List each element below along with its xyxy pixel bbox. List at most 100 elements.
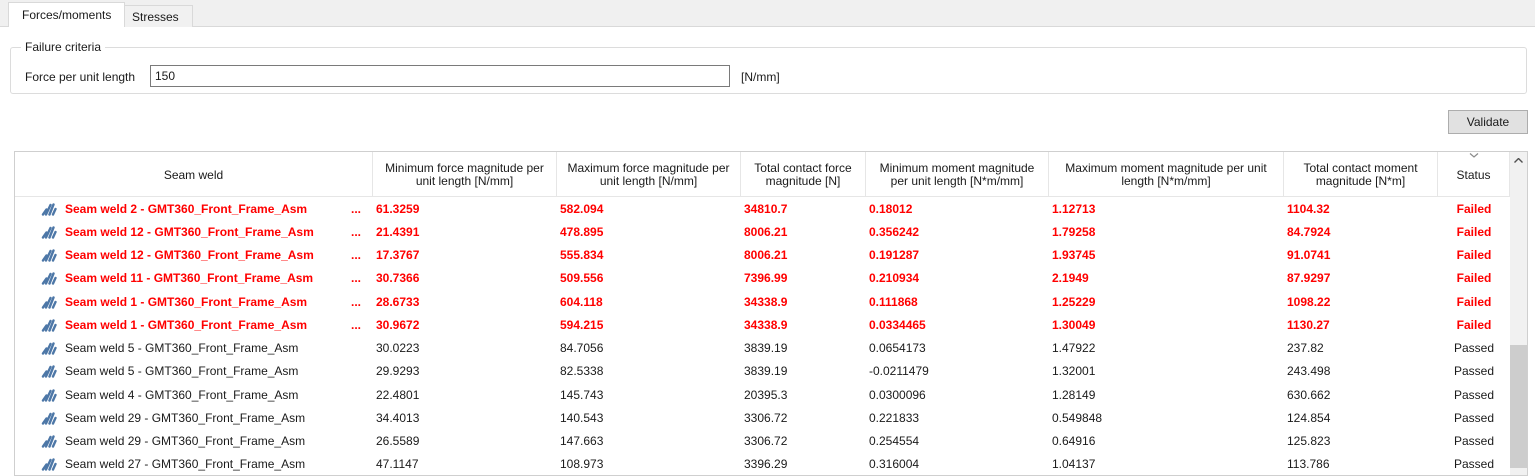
column-header-total-moment[interactable]: Total contact moment magnitude [N*m]	[1284, 152, 1438, 196]
vertical-scrollbar[interactable]	[1510, 152, 1527, 475]
seam-weld-icon	[41, 248, 58, 262]
tab-page-forces-moments: Failure criteria Force per unit length […	[0, 27, 1535, 476]
column-header-label: Minimum moment magnitude per unit length…	[872, 162, 1042, 188]
tab-forces-moments[interactable]: Forces/moments	[8, 2, 125, 27]
seam-weld-icon	[41, 318, 58, 332]
tab-stresses-label: Stresses	[132, 10, 179, 24]
status-badge: Passed	[1438, 364, 1510, 378]
cell-max-force: 82.5338	[557, 364, 741, 378]
cell-max-force: 108.973	[557, 457, 741, 471]
cell-total-moment: 237.82	[1284, 341, 1438, 355]
cell-min-moment: 0.0334465	[866, 318, 1049, 332]
cell-total-force: 34338.9	[741, 318, 866, 332]
force-unit-label: [N/mm]	[741, 70, 780, 84]
cell-max-moment: 1.25229	[1049, 295, 1284, 309]
results-table: Seam weldMinimum force magnitude per uni…	[14, 151, 1528, 476]
cell-min-moment: 0.254554	[866, 434, 1049, 448]
seam-weld-name: Seam weld 5 - GMT360_Front_Frame_Asm	[65, 341, 298, 355]
cell-min-moment: 0.316004	[866, 457, 1049, 471]
status-badge: Passed	[1438, 434, 1510, 448]
truncation-ellipsis: ...	[351, 202, 373, 216]
column-header-label: Total contact moment magnitude [N*m]	[1290, 162, 1431, 188]
table-body: Seam weld 2 - GMT360_Front_Frame_Asm...6…	[15, 197, 1527, 476]
cell-max-force: 478.895	[557, 225, 741, 239]
status-badge: Failed	[1438, 318, 1510, 332]
column-header-status[interactable]: Status	[1438, 152, 1510, 196]
truncation-ellipsis: ...	[351, 318, 373, 332]
cell-total-moment: 84.7924	[1284, 225, 1438, 239]
cell-min-force: 30.9672	[373, 318, 557, 332]
table-header-row: Seam weldMinimum force magnitude per uni…	[15, 152, 1527, 197]
table-row[interactable]: Seam weld 12 - GMT360_Front_Frame_Asm...…	[15, 220, 1527, 243]
cell-seam-weld-name: Seam weld 11 - GMT360_Front_Frame_Asm...	[15, 271, 373, 285]
cell-seam-weld-name: Seam weld 5 - GMT360_Front_Frame_Asm	[15, 341, 373, 355]
cell-min-moment: 0.111868	[866, 295, 1049, 309]
scrollbar-thumb[interactable]	[1510, 345, 1527, 468]
column-header-max-force[interactable]: Maximum force magnitude per unit length …	[557, 152, 741, 196]
table-row[interactable]: Seam weld 11 - GMT360_Front_Frame_Asm...…	[15, 267, 1527, 290]
cell-max-moment: 1.32001	[1049, 364, 1284, 378]
status-badge: Passed	[1438, 457, 1510, 471]
truncation-ellipsis: ...	[351, 295, 373, 309]
cell-max-force: 84.7056	[557, 341, 741, 355]
column-header-seam-weld[interactable]: Seam weld	[15, 152, 373, 196]
cell-min-moment: 0.18012	[866, 202, 1049, 216]
status-badge: Passed	[1438, 341, 1510, 355]
cell-total-force: 8006.21	[741, 225, 866, 239]
seam-weld-name: Seam weld 1 - GMT360_Front_Frame_Asm	[65, 318, 307, 332]
cell-max-force: 140.543	[557, 411, 741, 425]
cell-max-moment: 0.549848	[1049, 411, 1284, 425]
force-per-unit-length-input[interactable]	[150, 65, 730, 87]
truncation-ellipsis: ...	[351, 225, 373, 239]
tab-stresses[interactable]: Stresses	[118, 5, 193, 27]
cell-total-force: 7396.99	[741, 271, 866, 285]
cell-total-moment: 87.9297	[1284, 271, 1438, 285]
cell-total-force: 3306.72	[741, 434, 866, 448]
cell-min-moment: 0.356242	[866, 225, 1049, 239]
status-badge: Failed	[1438, 248, 1510, 262]
cell-seam-weld-name: Seam weld 4 - GMT360_Front_Frame_Asm	[15, 388, 373, 402]
cell-total-moment: 1098.22	[1284, 295, 1438, 309]
status-badge: Passed	[1438, 388, 1510, 402]
table-row[interactable]: Seam weld 29 - GMT360_Front_Frame_Asm26.…	[15, 430, 1527, 453]
table-row[interactable]: Seam weld 4 - GMT360_Front_Frame_Asm22.4…	[15, 383, 1527, 406]
column-header-total-force[interactable]: Total contact force magnitude [N]	[741, 152, 866, 196]
table-row[interactable]: Seam weld 2 - GMT360_Front_Frame_Asm...6…	[15, 197, 1527, 220]
table-row[interactable]: Seam weld 5 - GMT360_Front_Frame_Asm 30.0…	[15, 337, 1527, 360]
cell-min-force: 30.0223	[373, 341, 557, 355]
cell-min-force: 29.9293	[373, 364, 557, 378]
seam-weld-name: Seam weld 27 - GMT360_Front_Frame_Asm	[65, 457, 305, 471]
cell-min-force: 61.3259	[373, 202, 557, 216]
cell-max-moment: 1.04137	[1049, 457, 1284, 471]
column-header-min-force[interactable]: Minimum force magnitude per unit length …	[373, 152, 557, 196]
seam-weld-icon	[41, 457, 58, 471]
table-row[interactable]: Seam weld 1 - GMT360_Front_Frame_Asm...3…	[15, 313, 1527, 336]
table-row[interactable]: Seam weld 12 - GMT360_Front_Frame_Asm...…	[15, 244, 1527, 267]
column-header-min-moment[interactable]: Minimum moment magnitude per unit length…	[866, 152, 1049, 196]
table-row[interactable]: Seam weld 29 - GMT360_Front_Frame_Asm34.…	[15, 406, 1527, 429]
table-row[interactable]: Seam weld 27 - GMT360_Front_Frame_Asm47.…	[15, 453, 1527, 476]
column-header-label: Minimum force magnitude per unit length …	[379, 162, 550, 188]
cell-seam-weld-name: Seam weld 1 - GMT360_Front_Frame_Asm...	[15, 318, 373, 332]
cell-min-moment: 0.0654173	[866, 341, 1049, 355]
column-header-label: Total contact force magnitude [N]	[747, 162, 859, 188]
column-header-max-moment[interactable]: Maximum moment magnitude per unit length…	[1049, 152, 1284, 196]
tab-strip: Forces/moments Stresses	[0, 0, 1535, 27]
column-header-label: Maximum force magnitude per unit length …	[563, 162, 734, 188]
table-row[interactable]: Seam weld 1 - GMT360_Front_Frame_Asm...2…	[15, 290, 1527, 313]
cell-max-moment: 2.1949	[1049, 271, 1284, 285]
table-row[interactable]: Seam weld 5 - GMT360_Front_Frame_Asm29.9…	[15, 360, 1527, 383]
cell-max-moment: 1.30049	[1049, 318, 1284, 332]
seam-weld-name: Seam weld 12 - GMT360_Front_Frame_Asm	[65, 248, 314, 262]
cell-min-moment: -0.0211479	[866, 364, 1049, 378]
cell-max-moment: 1.12713	[1049, 202, 1284, 216]
cell-max-moment: 1.93745	[1049, 248, 1284, 262]
status-badge: Failed	[1438, 225, 1510, 239]
scroll-up-button[interactable]	[1510, 152, 1527, 169]
seam-weld-icon	[41, 271, 58, 285]
validate-button[interactable]: Validate	[1448, 110, 1528, 134]
cell-seam-weld-name: Seam weld 1 - GMT360_Front_Frame_Asm...	[15, 295, 373, 309]
failure-criteria-legend: Failure criteria	[21, 40, 105, 54]
cell-min-moment: 0.210934	[866, 271, 1049, 285]
cell-seam-weld-name: Seam weld 12 - GMT360_Front_Frame_Asm...	[15, 225, 373, 239]
